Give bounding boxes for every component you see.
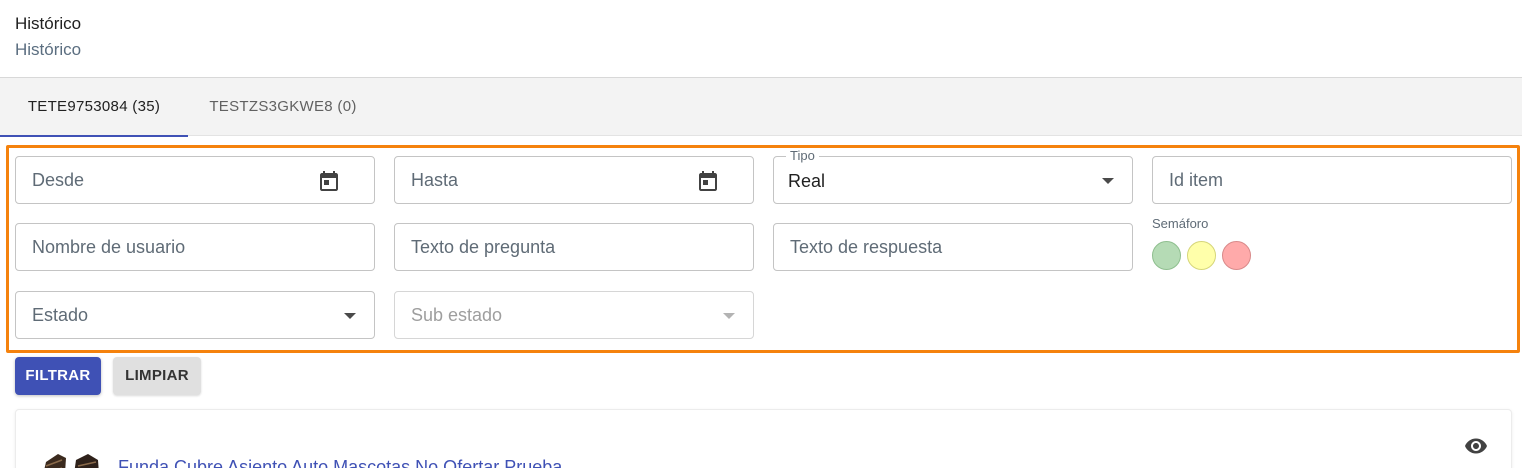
- sub-estado-placeholder: Sub estado: [411, 305, 503, 325]
- tabs-bar: TETE9753084 (35) TESTZS3GKWE8 (0): [0, 78, 1522, 137]
- hasta-date-field[interactable]: Hasta: [394, 156, 754, 204]
- chevron-down-icon: [1102, 178, 1114, 184]
- tab-tete9753084[interactable]: TETE9753084 (35): [0, 78, 188, 137]
- limpiar-button[interactable]: LIMPIAR: [113, 357, 201, 395]
- product-thumbnail: [44, 454, 99, 468]
- tipo-value: Real: [788, 171, 826, 191]
- result-card: Funda Cubre Asiento Auto Mascotas No Ofe…: [15, 409, 1512, 468]
- texto-pregunta-input[interactable]: Texto de pregunta: [394, 223, 754, 271]
- chevron-down-icon: [723, 313, 735, 319]
- sub-estado-select: Sub estado: [394, 291, 754, 339]
- eye-icon[interactable]: [1461, 434, 1491, 458]
- filtrar-button[interactable]: FILTRAR: [15, 357, 101, 395]
- texto-pregunta-placeholder: Texto de pregunta: [411, 237, 556, 257]
- tipo-select[interactable]: Tipo Real: [773, 148, 1133, 204]
- desde-date-field[interactable]: Desde: [15, 156, 375, 204]
- desde-placeholder: Desde: [32, 170, 85, 190]
- estado-select[interactable]: Estado: [15, 291, 375, 339]
- calendar-icon[interactable]: [696, 169, 720, 193]
- texto-respuesta-input[interactable]: Texto de respuesta: [773, 223, 1133, 271]
- semaforo-label: Semáforo: [1152, 216, 1209, 231]
- page-subtitle: Histórico: [15, 40, 82, 59]
- hasta-placeholder: Hasta: [411, 170, 459, 190]
- page-header: Histórico Histórico: [0, 0, 1522, 78]
- product-title-link[interactable]: Funda Cubre Asiento Auto Mascotas No Ofe…: [118, 457, 562, 468]
- semaforo-red-dot[interactable]: [1222, 241, 1251, 270]
- nombre-usuario-input[interactable]: Nombre de usuario: [15, 223, 375, 271]
- semaforo-green-dot[interactable]: [1152, 241, 1181, 270]
- page-title: Histórico: [15, 14, 82, 33]
- nombre-usuario-placeholder: Nombre de usuario: [32, 237, 186, 257]
- calendar-icon[interactable]: [317, 169, 341, 193]
- id-item-input[interactable]: Id item: [1152, 156, 1512, 204]
- tab-testzs3gkwe8[interactable]: TESTZS3GKWE8 (0): [188, 78, 378, 136]
- semaforo-yellow-dot[interactable]: [1187, 241, 1216, 270]
- id-item-placeholder: Id item: [1169, 170, 1224, 190]
- chevron-down-icon: [344, 313, 356, 319]
- estado-placeholder: Estado: [32, 305, 89, 325]
- texto-respuesta-placeholder: Texto de respuesta: [790, 237, 943, 257]
